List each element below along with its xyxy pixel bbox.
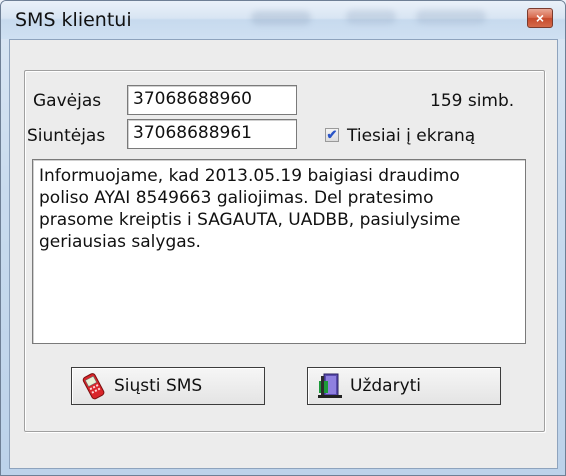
recipient-input[interactable]: 37068688960 [127, 85, 297, 115]
window-title: SMS klientui [15, 9, 132, 31]
char-count-text: 159 simb. [430, 91, 515, 111]
recipient-label: Gavėjas [33, 91, 102, 111]
exit-door-icon [318, 373, 342, 398]
dialog-client-area: Gavėjas 37068688960 159 simb. Siuntėjas … [9, 39, 558, 469]
window-close-button[interactable]: × [527, 8, 553, 28]
blurred-background-area [416, 10, 486, 24]
blurred-background-area [346, 10, 396, 24]
sender-input[interactable]: 37068688961 [127, 119, 297, 149]
close-dialog-label: Uždaryti [350, 376, 422, 396]
send-sms-label: Siųsti SMS [114, 376, 203, 396]
sender-label: Siuntėjas [27, 126, 106, 146]
blurred-background-area [251, 11, 311, 25]
checkmark-icon: ✔ [326, 127, 338, 142]
close-dialog-button[interactable]: Uždaryti [307, 367, 501, 405]
message-textarea[interactable]: Informuojame, kad 2013.05.19 baigiasi dr… [32, 159, 526, 344]
mobile-phone-icon [82, 373, 105, 400]
direct-to-screen-checkbox[interactable]: ✔ [325, 128, 339, 142]
dialog-window: SMS klientui × Gavėjas 37068688960 159 s… [0, 0, 566, 476]
sms-group-box: Gavėjas 37068688960 159 simb. Siuntėjas … [24, 70, 545, 432]
close-icon: × [535, 10, 545, 26]
send-sms-button[interactable]: Siųsti SMS [71, 367, 265, 405]
direct-to-screen-label[interactable]: Tiesiai į ekraną [347, 126, 475, 146]
title-bar[interactable]: SMS klientui × [1, 1, 565, 39]
